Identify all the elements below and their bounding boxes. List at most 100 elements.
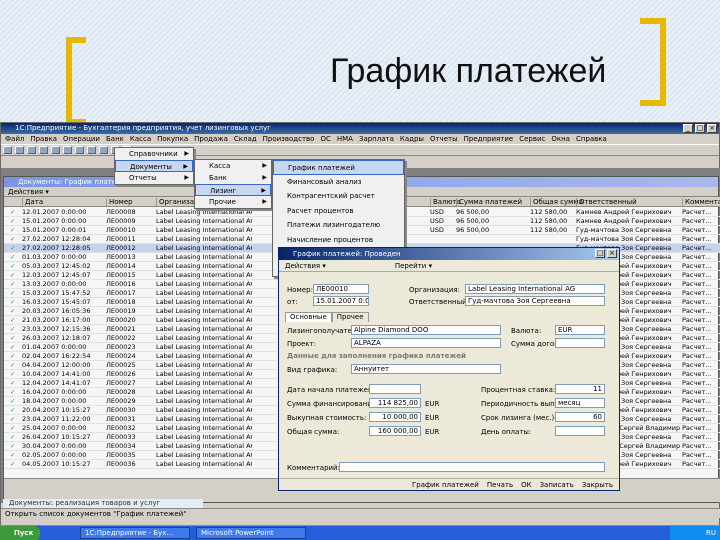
row-org: Label Leasing International AG — [156, 415, 252, 423]
row-status-icon: ✓ — [10, 289, 16, 297]
column-header[interactable]: Валюта — [430, 198, 461, 206]
period-field[interactable]: месяц — [555, 398, 605, 408]
start-date-field[interactable] — [369, 384, 421, 394]
find-icon[interactable] — [87, 146, 96, 154]
row-date: 04.04.2007 12:00:00 — [22, 361, 91, 369]
minimize-button[interactable]: _ — [683, 124, 693, 133]
maximize-button[interactable]: □ — [695, 124, 705, 133]
column-header[interactable]: Номер — [106, 198, 152, 206]
new-icon[interactable] — [3, 146, 12, 154]
save-icon[interactable] — [27, 146, 36, 154]
scheme-field[interactable]: Аннуитет — [351, 364, 501, 374]
menu-item[interactable]: Банк ▶ — [195, 172, 271, 184]
row-number: ЛЕ00030 — [106, 406, 136, 414]
menu-2[interactable]: Операции — [63, 135, 100, 143]
menu-16[interactable]: Окна — [551, 135, 570, 143]
menu-0[interactable]: Файл — [5, 135, 24, 143]
column-header[interactable]: Ответственный — [576, 198, 680, 206]
menu-item[interactable]: Касса ▶ — [195, 160, 271, 172]
menu-15[interactable]: Сервис — [519, 135, 545, 143]
journal-actions-menu[interactable]: Действия — [8, 188, 43, 196]
menu-11[interactable]: Зарплата — [359, 135, 394, 143]
number-field[interactable]: ЛЕ00010 — [313, 284, 369, 294]
menu-14[interactable]: Предприятие — [464, 135, 514, 143]
menu-7[interactable]: Склад — [234, 135, 257, 143]
responsible-field[interactable]: Гуд-мачтова Зоя Сергеевна — [465, 296, 605, 306]
dialog-actions-menu[interactable]: Действия — [285, 262, 320, 270]
date-field[interactable]: 15.01.2007 0:00:01 — [313, 296, 369, 306]
payday-field[interactable] — [555, 426, 605, 436]
menu-item[interactable]: График платежей — [273, 160, 404, 175]
menu-item-label: График платежей — [288, 164, 355, 172]
row-status-icon: ✓ — [10, 343, 16, 351]
menu-item[interactable]: Контрагентский расчет — [273, 189, 404, 204]
task-powerpoint[interactable]: Microsoft PowerPoint — [196, 527, 306, 539]
footer-button[interactable]: График платежей — [412, 481, 479, 489]
calendar-icon[interactable] — [99, 146, 108, 154]
dialog-close-button[interactable]: × — [607, 249, 617, 258]
menu-item[interactable]: Прочие ▶ — [195, 196, 271, 208]
row-responsible: Гуд-мачтова Зоя Сергеевна — [576, 226, 672, 234]
menu-3[interactable]: Банк — [106, 135, 124, 143]
total-label: Общая сумма: — [287, 428, 340, 436]
menu-item-label: Отчеты — [129, 174, 157, 182]
menu-item-label: Касса — [209, 162, 231, 170]
column-header[interactable]: Общая сумма — [530, 198, 583, 206]
contract-sum-field[interactable] — [555, 338, 605, 348]
menu-item[interactable]: Платежи лизингодателю — [273, 218, 404, 233]
undo-icon[interactable] — [75, 146, 84, 154]
menu-13[interactable]: Отчеты — [430, 135, 458, 143]
footer-button[interactable]: Закрыть — [582, 481, 613, 489]
tab-main[interactable]: Основные — [285, 312, 332, 322]
lessee-field[interactable]: Alpine Diamond DOO — [351, 325, 501, 335]
menu-12[interactable]: Кадры — [400, 135, 424, 143]
start-button[interactable]: Пуск — [0, 526, 40, 540]
menu-item-label: Лизинг — [210, 187, 237, 195]
dialog-goto-menu[interactable]: Перейти — [395, 262, 427, 270]
menu-item[interactable]: Отчеты ▶ — [115, 172, 193, 184]
task-1c[interactable]: 1С:Предприятие - Бух... — [80, 527, 190, 539]
copy-icon[interactable] — [51, 146, 60, 154]
column-header[interactable]: Сумма платежей — [456, 198, 528, 206]
row-comment: Расчет... — [682, 226, 712, 234]
menu-5[interactable]: Покупка — [157, 135, 188, 143]
term-field[interactable]: 60 — [555, 412, 605, 422]
system-tray: RU — [670, 526, 720, 540]
footer-button[interactable]: Записать — [540, 481, 574, 489]
row-org: Label Leasing International AG — [156, 388, 252, 396]
footer-button[interactable]: ОК — [521, 481, 531, 489]
total-field[interactable]: 160 000,00 — [369, 426, 421, 436]
window-tab[interactable]: Документы: реализация товаров и услуг — [3, 499, 203, 508]
menu-17[interactable]: Справка — [576, 135, 607, 143]
paste-icon[interactable] — [63, 146, 72, 154]
menu-item[interactable]: Финансовый анализ — [273, 175, 404, 190]
menu-8[interactable]: Производство — [263, 135, 315, 143]
org-field[interactable]: Label Leasing International AG — [465, 284, 605, 294]
row-org: Label Leasing International AG — [156, 370, 252, 378]
menu-10[interactable]: НМА — [337, 135, 353, 143]
rate-field[interactable]: 11 — [555, 384, 605, 394]
footer-button[interactable]: Печать — [487, 481, 513, 489]
menu-item[interactable]: Справочники ▶ — [115, 148, 193, 160]
residual-field[interactable]: 10 000,00 — [369, 412, 421, 422]
menu-6[interactable]: Продажа — [194, 135, 228, 143]
menu-item[interactable]: Начисление процентов — [273, 233, 404, 248]
menu-item[interactable]: Расчет процентов — [273, 204, 404, 219]
close-button[interactable]: × — [707, 124, 717, 133]
currency-field[interactable]: EUR — [555, 325, 605, 335]
menu-item[interactable]: Лизинг ▶ — [195, 184, 271, 196]
financing-field[interactable]: 114 825,00 — [369, 398, 421, 408]
cut-icon[interactable] — [39, 146, 48, 154]
menu-item[interactable]: Документы ▶ — [115, 160, 193, 172]
column-header[interactable]: Комментарий — [682, 198, 720, 206]
tab-other[interactable]: Прочее — [331, 312, 369, 322]
column-header[interactable]: Дата — [22, 198, 104, 206]
menu-9[interactable]: ОС — [320, 135, 330, 143]
menu-1[interactable]: Правка — [30, 135, 57, 143]
project-field[interactable]: ALPAZA — [351, 338, 501, 348]
menu-item-label: Прочие — [209, 198, 236, 206]
comment-field[interactable] — [339, 462, 605, 472]
menu-4[interactable]: Касса — [130, 135, 151, 143]
dialog-maximize-button[interactable]: □ — [595, 249, 605, 258]
open-icon[interactable] — [15, 146, 24, 154]
